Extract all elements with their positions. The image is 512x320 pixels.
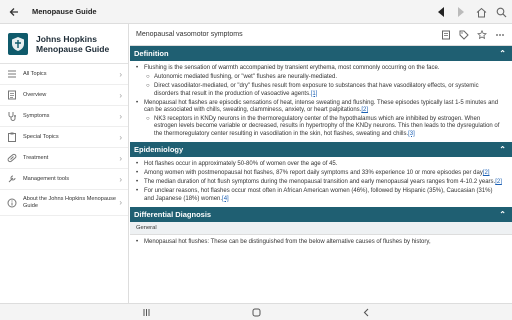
differential-content: • Menopausal hot flushes: These can be di… bbox=[130, 235, 512, 250]
sidebar-item-label: Overview bbox=[23, 91, 47, 98]
section-header-differential-diagnosis[interactable]: Differential Diagnosis ⌃ bbox=[130, 206, 512, 222]
list-item: • Hot flashes occur in approximately 50-8… bbox=[136, 160, 338, 167]
chevron-up-icon: ⌃ bbox=[499, 144, 506, 154]
next-icon[interactable] bbox=[454, 5, 468, 19]
epidemiology-content: • Hot flashes occur in approximately 50-8… bbox=[130, 157, 512, 207]
sidebar-item-label: Treatment bbox=[23, 154, 49, 161]
section-title: Differential Diagnosis bbox=[134, 209, 212, 219]
reference-link[interactable]: [1] bbox=[311, 91, 318, 97]
johns-hopkins-logo-icon bbox=[8, 32, 28, 55]
brand-line-2: Menopause Guide bbox=[36, 43, 110, 54]
chevron-right-icon: › bbox=[119, 111, 122, 121]
more-icon[interactable] bbox=[494, 29, 506, 41]
sidebar-item-label: About the Johns Hopkins Menopause Guide bbox=[23, 195, 116, 209]
info-icon bbox=[6, 197, 18, 209]
home-button-icon[interactable] bbox=[251, 307, 261, 317]
reference-link[interactable]: [2] bbox=[483, 170, 490, 176]
sidebar-item-label: Special Topics bbox=[23, 133, 59, 140]
list-item: • Menopausal hot flashes are episodic sen… bbox=[136, 99, 499, 114]
stethoscope-icon bbox=[6, 110, 18, 122]
tag-icon[interactable] bbox=[458, 29, 470, 41]
reference-link[interactable]: [3] bbox=[408, 131, 415, 137]
chevron-right-icon: › bbox=[119, 198, 122, 207]
chevron-up-icon: ⌃ bbox=[499, 49, 506, 58]
sidebar-item-label: All Topics bbox=[23, 70, 47, 77]
list-icon bbox=[6, 68, 18, 80]
reference-link[interactable]: [2] bbox=[495, 179, 502, 185]
reference-link[interactable]: [4] bbox=[222, 196, 229, 202]
tools-icon bbox=[6, 173, 18, 185]
list-item: ○ NK3 receptors in KNDy neurons in the th… bbox=[146, 116, 500, 137]
sidebar-item-label: Management tools bbox=[23, 175, 70, 182]
brand-line-1: Johns Hopkins bbox=[36, 33, 97, 44]
section-header-epidemiology[interactable]: Epidemiology ⌃ bbox=[130, 141, 512, 157]
page-header: Menopausal vasomotor symptoms bbox=[130, 24, 512, 46]
chevron-up-icon: ⌃ bbox=[499, 209, 506, 219]
back-arrow-icon[interactable] bbox=[0, 0, 28, 24]
list-item: ○ Direct vasodilator-mediated, or "dry" f… bbox=[146, 83, 479, 97]
sidebar-item-about[interactable]: About the Johns Hopkins Menopause Guide … bbox=[0, 190, 128, 216]
section-title: Definition bbox=[134, 49, 169, 58]
subsection-header-general[interactable]: General bbox=[130, 221, 512, 235]
previous-icon[interactable] bbox=[434, 5, 448, 19]
star-icon[interactable] bbox=[476, 29, 488, 41]
chevron-right-icon: › bbox=[119, 69, 122, 79]
page-title: Menopausal vasomotor symptoms bbox=[136, 31, 243, 38]
pill-icon bbox=[6, 152, 18, 164]
sidebar-item-all-topics[interactable]: All Topics › bbox=[0, 64, 128, 85]
list-item: • Among women with postmenopausal hot fla… bbox=[136, 170, 490, 177]
app-bar: Menopause Guide bbox=[0, 0, 512, 24]
definition-content: • Flushing is the sensation of warmth acc… bbox=[130, 61, 512, 142]
app-title: Menopause Guide bbox=[32, 7, 97, 16]
search-icon[interactable] bbox=[494, 5, 508, 19]
chevron-right-icon: › bbox=[119, 90, 122, 100]
sidebar-item-label: Symptoms bbox=[23, 112, 50, 119]
list-item: • For unclear reasons, hot flashes occur … bbox=[136, 188, 493, 202]
section-header-definition[interactable]: Definition ⌃ bbox=[130, 46, 512, 61]
notes-icon[interactable] bbox=[440, 29, 452, 41]
reference-link[interactable]: [2] bbox=[361, 107, 368, 113]
sidebar: Johns Hopkins Menopause Guide All Topics… bbox=[0, 24, 129, 303]
clipboard-icon bbox=[6, 131, 18, 143]
chevron-right-icon: › bbox=[119, 153, 122, 163]
home-icon[interactable] bbox=[474, 5, 488, 19]
main-content: Menopausal vasomotor symptoms Definition… bbox=[130, 24, 512, 303]
brand: Johns Hopkins Menopause Guide bbox=[0, 24, 128, 64]
chevron-right-icon: › bbox=[119, 132, 122, 142]
system-nav-bar bbox=[0, 303, 512, 320]
document-icon bbox=[6, 89, 18, 101]
section-title: Epidemiology bbox=[134, 144, 184, 154]
recent-apps-icon[interactable] bbox=[141, 307, 151, 317]
list-item: ○ Autonomic mediated flushing, or "wet" f… bbox=[146, 74, 338, 81]
sidebar-item-treatment[interactable]: Treatment › bbox=[0, 148, 128, 169]
sidebar-item-symptoms[interactable]: Symptoms › bbox=[0, 106, 128, 127]
back-button-icon[interactable] bbox=[361, 307, 371, 317]
chevron-right-icon: › bbox=[119, 174, 122, 184]
list-item: • Menopausal hot flushes: These can be di… bbox=[136, 238, 431, 245]
sidebar-item-special-topics[interactable]: Special Topics › bbox=[0, 127, 128, 148]
list-item: • Flushing is the sensation of warmth acc… bbox=[136, 65, 440, 71]
sidebar-item-management-tools[interactable]: Management tools › bbox=[0, 169, 128, 190]
sidebar-item-overview[interactable]: Overview › bbox=[0, 85, 128, 106]
list-item: • The median duration of hot flush sympto… bbox=[136, 179, 502, 186]
